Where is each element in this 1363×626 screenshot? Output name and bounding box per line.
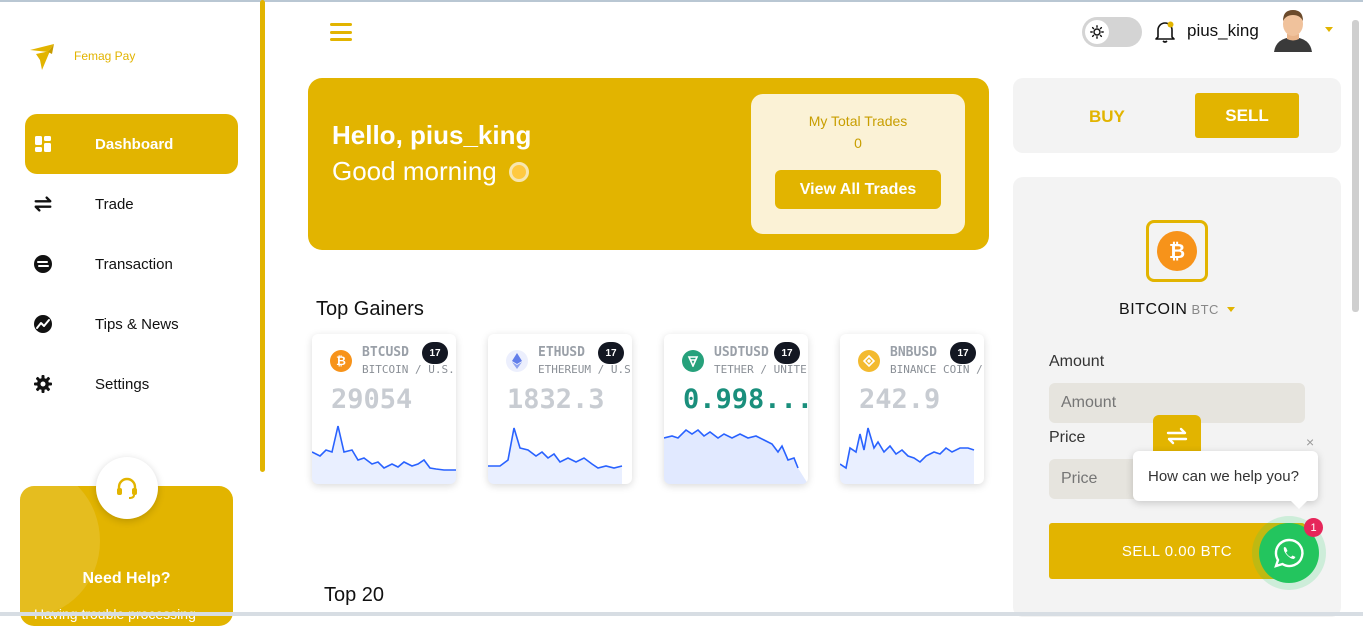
ethereum-logo-icon [506, 350, 528, 372]
chat-prompt-bubble[interactable]: How can we help you? [1133, 451, 1318, 509]
sidebar-item-label: Trade [95, 195, 134, 213]
theme-toggle[interactable] [1082, 17, 1142, 47]
brand-name: Femag Pay [74, 49, 136, 63]
ticker-price: 1832.3 [507, 384, 605, 415]
hello-heading: Hello, pius_king [332, 120, 532, 150]
tradingview-badge-icon: 17 [950, 342, 976, 364]
gear-icon [33, 374, 53, 394]
tab-buy[interactable]: BUY [1089, 107, 1125, 127]
amount-label: Amount [1049, 353, 1105, 370]
sidebar-scrollbar[interactable] [260, 0, 265, 472]
brand-logo[interactable]: Femag Pay [28, 40, 135, 72]
help-title: Need Help? [82, 570, 171, 587]
binance-logo-icon [858, 350, 880, 372]
tradingview-badge-icon: 17 [598, 342, 624, 364]
ticker-name: TETHER / UNITE [714, 363, 807, 376]
buy-sell-tabs: BUY SELL [1013, 78, 1341, 153]
usdt-sparkline [664, 428, 808, 484]
hamburger-icon-bar [330, 30, 352, 34]
sidebar-item-label: Dashboard [95, 135, 174, 153]
sidebar-item-transaction[interactable]: Transaction [25, 234, 238, 294]
tradingview-badge-icon: 17 [774, 342, 800, 364]
ticker-price: 0.998... [683, 384, 808, 415]
coin-ticker: BTC [1191, 302, 1219, 317]
ticker-name: BINANCE COIN / [890, 363, 983, 376]
sidebar-item-settings[interactable]: Settings [25, 354, 238, 414]
chevron-down-icon [1226, 307, 1235, 313]
total-trades-label: My Total Trades [808, 113, 908, 129]
coin-name: BITCOIN [1119, 301, 1188, 318]
tradingview-badge-icon: 17 [422, 342, 448, 364]
whatsapp-icon [1274, 538, 1304, 568]
total-trades-card: My Total Trades 0 View All Trades [751, 94, 965, 234]
bnb-sparkline [840, 427, 975, 484]
swap-arrows-icon [1166, 427, 1188, 445]
username-label[interactable]: pius_king [1187, 21, 1259, 41]
headset-icon [117, 477, 137, 499]
sidebar-item-label: Transaction [95, 255, 173, 273]
welcome-banner: Hello, pius_king Good morning My Total T… [308, 78, 989, 250]
eth-sparkline [488, 427, 623, 484]
chat-prompt-text: How can we help you? [1148, 467, 1299, 485]
ticker-card-btcusd[interactable]: ₿ BTCUSD BITCOIN / U.S. D 17 29054 [312, 334, 456, 484]
support-button[interactable] [96, 457, 158, 519]
hamburger-icon-bar [330, 38, 352, 41]
ticker-symbol: BTCUSD [362, 345, 409, 360]
price-label: Price [1049, 429, 1086, 446]
btc-sparkline [312, 425, 456, 484]
sidebar-item-label: Tips & News [95, 315, 179, 333]
view-all-trades-button[interactable]: View All Trades [775, 170, 941, 209]
transaction-icon [33, 254, 53, 274]
bitcoin-logo-icon: ₿ [1157, 231, 1197, 271]
sidebar-item-tips-news[interactable]: Tips & News [25, 294, 238, 354]
ticker-price: 29054 [331, 384, 413, 415]
ticker-card-bnbusd[interactable]: BNBUSD BINANCE COIN / 17 242.9 [840, 334, 984, 484]
ticker-card-ethusd[interactable]: ETHUSD ETHEREUM / U.S 17 1832.3 [488, 334, 632, 484]
total-trades-count: 0 [854, 135, 862, 151]
sidebar-item-label: Settings [95, 375, 150, 393]
hamburger-icon-bar [330, 23, 352, 26]
coin-select-dropdown[interactable]: BITCOIN BTC [1013, 301, 1341, 319]
greeting-text: Good morning [332, 156, 529, 187]
ticker-symbol: ETHUSD [538, 345, 585, 360]
top-gainers-heading: Top Gainers [316, 298, 424, 320]
user-avatar[interactable] [1270, 6, 1316, 52]
selected-coin-logo: ₿ [1146, 220, 1208, 282]
notification-bell-icon[interactable] [1154, 20, 1176, 44]
chart-trend-icon [33, 314, 53, 334]
bitcoin-logo-icon: ₿ [330, 350, 352, 372]
sidebar-item-dashboard[interactable]: Dashboard [25, 114, 238, 174]
svg-text:₿: ₿ [1169, 239, 1185, 263]
sidebar-item-trade[interactable]: Trade [25, 174, 238, 234]
femag-logo-icon [30, 44, 54, 70]
ticker-symbol: USDTUSD [714, 345, 769, 360]
dashboard-icon [33, 134, 53, 154]
ticker-symbol: BNBUSD [890, 345, 937, 360]
greeting-label: Good morning [332, 156, 497, 186]
ticker-name: ETHEREUM / U.S [538, 363, 631, 376]
ticker-price: 242.9 [859, 384, 941, 415]
chevron-down-icon[interactable] [1325, 27, 1333, 32]
sun-icon [1085, 20, 1109, 44]
swap-arrows-icon [33, 194, 53, 214]
tab-sell[interactable]: SELL [1195, 93, 1299, 138]
sidebar: Femag Pay Dashboard Trade Transaction Ti… [0, 2, 262, 626]
chat-notification-badge: 1 [1304, 518, 1323, 537]
tether-logo-icon [682, 350, 704, 372]
ticker-name: BITCOIN / U.S. D [362, 363, 456, 376]
menu-toggle-button[interactable] [330, 23, 352, 41]
page-scrollbar[interactable] [1352, 20, 1359, 312]
sun-emoji-icon [508, 161, 529, 182]
sidebar-nav: Dashboard Trade Transaction Tips & News … [25, 114, 238, 414]
window-bottom-border [0, 612, 1363, 616]
chat-close-icon[interactable]: × [1306, 434, 1314, 450]
top20-heading: Top 20 [324, 584, 385, 606]
ticker-card-usdtusd[interactable]: USDTUSD TETHER / UNITE 17 0.998... [664, 334, 808, 484]
